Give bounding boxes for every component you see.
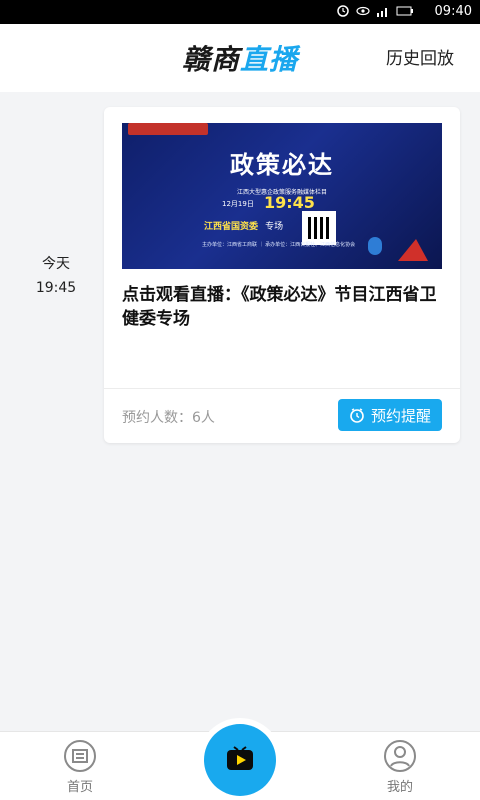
banner-title: 政策必达: [230, 150, 334, 179]
signal-icon: [376, 4, 390, 18]
banner-department-name: 江西省国资委: [204, 222, 259, 232]
home-icon: [64, 740, 96, 772]
mascot-icon: [368, 237, 382, 255]
card-divider: [104, 388, 460, 389]
live-banner-image[interactable]: 政策必达 江西大型惠企政策服务融媒体栏目 12月19日 19:45 江西省国资委…: [122, 123, 442, 269]
app-header: 赣商直播 历史回放: [0, 24, 480, 92]
status-bar: 09:40: [0, 0, 480, 24]
reserve-reminder-label: 预约提醒: [370, 406, 431, 425]
qr-code-icon: [302, 211, 336, 245]
live-center-button[interactable]: [204, 724, 276, 796]
nav-home[interactable]: 首页: [50, 738, 110, 795]
nav-me[interactable]: 我的: [370, 738, 430, 795]
nav-me-label: 我的: [386, 780, 413, 795]
banner-department-suffix: 专场: [265, 222, 284, 232]
time-label: 19:45: [35, 280, 77, 296]
day-label: 今天: [42, 256, 70, 272]
logo-text-part1: 赣商: [181, 43, 240, 76]
alarm-icon: [336, 4, 350, 18]
banner-date: 12月19日: [222, 200, 254, 208]
status-icons: [336, 4, 413, 18]
date-group: 今天 19:45: [26, 252, 86, 300]
banner-organizers: 主办单位：江西省工商联 ｜ 承办单位：江西日报社、江西信息化协会: [202, 242, 356, 248]
live-title[interactable]: 点击观看直播：《政策必达》节目江西省卫健委专场: [122, 283, 442, 331]
tv-play-icon: [227, 746, 253, 770]
reserve-reminder-button[interactable]: 预约提醒: [338, 399, 442, 431]
banner-brand-logo: [128, 123, 208, 135]
logo-text-part2: 直播: [240, 43, 299, 76]
status-time: 09:40: [434, 4, 472, 19]
live-card[interactable]: 政策必达 江西大型惠企政策服务融媒体栏目 12月19日 19:45 江西省国资委…: [104, 107, 460, 443]
reservation-count: 预约人数：6人: [122, 410, 215, 426]
history-replay-link[interactable]: 历史回放: [386, 44, 454, 69]
user-icon: [384, 740, 416, 772]
eye-icon: [356, 4, 370, 18]
alarm-clock-icon: [349, 407, 365, 423]
banner-department: 江西省国资委 专场: [204, 219, 283, 232]
red-decoration-icon: [398, 239, 428, 261]
battery-icon: [396, 4, 413, 18]
nav-home-label: 首页: [66, 780, 93, 795]
banner-time: 19:45: [264, 193, 315, 212]
